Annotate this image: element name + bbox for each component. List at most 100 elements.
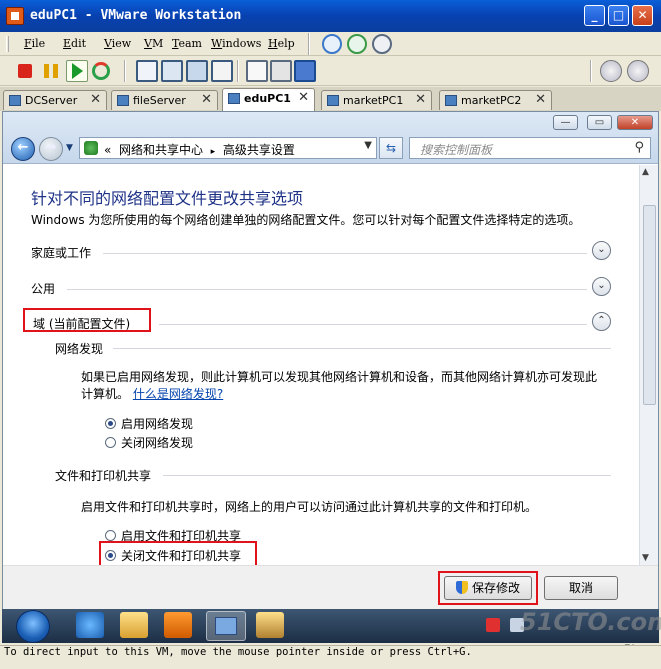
divider	[67, 289, 587, 290]
back-button[interactable]: ←	[11, 137, 35, 161]
what-is-network-discovery-link[interactable]: 什么是网络发现?	[133, 387, 223, 401]
snapshot-manager-icon[interactable]	[372, 34, 392, 54]
menu-team[interactable]: Team	[172, 37, 202, 50]
radio-selected[interactable]	[105, 550, 116, 561]
save-label: 保存修改	[471, 581, 520, 595]
breadcrumb-advanced-sharing[interactable]: 高级共享设置	[223, 143, 295, 157]
guest-close-button[interactable]: ✕	[617, 115, 653, 130]
revert-snapshot-icon[interactable]	[347, 34, 367, 54]
vm-tab-marketpc2[interactable]: marketPC2 ✕	[439, 90, 552, 110]
folder-icon[interactable]	[120, 612, 148, 638]
power-off-icon[interactable]	[18, 64, 32, 78]
close-button[interactable]: ✕	[632, 5, 653, 26]
media-player-icon[interactable]	[164, 612, 192, 638]
breadcrumb-overflow[interactable]: «	[104, 143, 111, 157]
address-bar[interactable]: « 网络和共享中心 ▸ 高级共享设置 ▼	[79, 137, 377, 159]
cancel-button[interactable]: 取消	[544, 576, 618, 600]
devices-icon[interactable]	[627, 60, 649, 82]
radio-unselected[interactable]	[105, 437, 116, 448]
explorer-header: — ▭ ✕ ← → ▼ « 网络和共享中心 ▸ 高级共享设置 ▼ ⇆ 搜索控制面…	[3, 112, 658, 164]
unity-icon[interactable]	[211, 60, 233, 82]
menu-file[interactable]: File	[24, 37, 45, 50]
menu-edit[interactable]: Edit	[63, 37, 86, 50]
breadcrumb-network-center[interactable]: 网络和共享中心	[119, 143, 203, 157]
snapshot-icon[interactable]	[322, 34, 342, 54]
chevron-down-icon[interactable]: ⌄	[592, 241, 611, 260]
radio-enable-network-discovery[interactable]: 启用网络发现	[105, 415, 193, 432]
network-discovery-text: 如果已启用网络发现，则此计算机可以发现其他网络计算机和设备，而其他网络计算机亦可…	[81, 370, 598, 384]
vmware-app-icon[interactable]	[6, 7, 24, 25]
tab-close-icon[interactable]: ✕	[201, 92, 212, 107]
maximize-button[interactable]: □	[608, 5, 629, 26]
address-dropdown-icon[interactable]: ▼	[364, 140, 372, 151]
scroll-thumb[interactable]	[643, 205, 656, 405]
tab-close-icon[interactable]: ✕	[90, 92, 101, 107]
forward-button[interactable]: →	[39, 137, 63, 161]
summary-view-icon[interactable]	[270, 60, 292, 82]
toolbar-separator	[124, 60, 126, 82]
profile-domain[interactable]: 域 (当前配置文件) ⌃	[23, 308, 631, 334]
vm-console[interactable]: — ▭ ✕ ← → ▼ « 网络和共享中心 ▸ 高级共享设置 ▼ ⇆ 搜索控制面…	[2, 111, 659, 609]
network-discovery-heading: 网络发现	[55, 342, 104, 356]
full-screen-icon[interactable]	[186, 60, 208, 82]
vm-tab-edupc1[interactable]: eduPC1 ✕	[222, 88, 315, 111]
reset-icon[interactable]	[92, 62, 110, 80]
tab-close-icon[interactable]: ✕	[535, 92, 546, 107]
vm-tab-label: eduPC1	[244, 92, 291, 105]
profile-home-work[interactable]: 家庭或工作 ⌄	[31, 241, 631, 263]
sidebar-toggle-icon[interactable]	[136, 60, 158, 82]
vm-tab-dcserver[interactable]: DCServer ✕	[3, 90, 107, 110]
minimize-button[interactable]: _	[584, 5, 605, 26]
chevron-down-icon[interactable]: ⌄	[592, 277, 611, 296]
watermark-logo: 51CTO.com	[520, 608, 661, 636]
vm-icon	[327, 95, 339, 106]
appliance-view-icon[interactable]	[294, 60, 316, 82]
forward-arrow-icon: →	[45, 140, 57, 155]
network-icon[interactable]	[600, 60, 622, 82]
profile-public[interactable]: 公用 ⌄	[31, 277, 631, 299]
menu-help[interactable]: Help	[268, 37, 295, 50]
breadcrumb-separator[interactable]: ▸	[211, 147, 216, 157]
quick-switch-icon[interactable]	[161, 60, 183, 82]
user-accounts-icon[interactable]	[256, 612, 284, 638]
profile-domain-label: 域 (当前配置文件)	[33, 317, 131, 331]
radio-label: 启用网络发现	[121, 417, 194, 431]
divider	[163, 475, 611, 476]
save-changes-button[interactable]: 保存修改	[444, 576, 532, 600]
action-center-icon[interactable]	[486, 618, 500, 632]
tab-close-icon[interactable]: ✕	[298, 90, 309, 105]
vertical-scrollbar[interactable]: ▲ ▼	[639, 165, 658, 565]
scroll-up-icon[interactable]: ▲	[642, 167, 649, 177]
scroll-down-icon[interactable]: ▼	[642, 553, 649, 563]
search-icon[interactable]: ⚲	[634, 140, 644, 155]
radio-selected[interactable]	[105, 418, 116, 429]
taskbar-active-window[interactable]	[206, 611, 246, 641]
sharing-settings-content: 针对不同的网络配置文件更改共享选项 Windows 为您所使用的每个网络创建单独…	[3, 165, 639, 565]
search-placeholder: 搜索控制面板	[420, 143, 493, 157]
radio-disable-network-discovery[interactable]: 关闭网络发现	[105, 434, 193, 451]
vm-icon	[9, 95, 21, 106]
refresh-button[interactable]: ⇆	[379, 137, 403, 159]
internet-explorer-icon[interactable]	[76, 612, 104, 638]
power-on-button[interactable]	[66, 60, 88, 82]
network-center-icon	[215, 617, 237, 635]
search-input[interactable]: 搜索控制面板 ⚲	[409, 137, 651, 159]
radio-disable-file-sharing[interactable]: 关闭文件和打印机共享	[105, 547, 241, 564]
toolbar	[0, 56, 661, 86]
radio-unselected[interactable]	[105, 530, 116, 541]
suspend-icon[interactable]	[44, 64, 58, 78]
menu-windows[interactable]: Windows	[211, 37, 261, 50]
vm-tab-marketpc1[interactable]: marketPC1 ✕	[321, 90, 432, 110]
control-panel-icon	[84, 141, 98, 155]
start-button[interactable]	[16, 610, 50, 643]
guest-minimize-button[interactable]: —	[553, 115, 578, 130]
guest-maximize-button[interactable]: ▭	[587, 115, 612, 130]
menu-view[interactable]: View	[104, 37, 131, 50]
history-dropdown-icon[interactable]: ▼	[66, 143, 73, 153]
divider	[103, 253, 587, 254]
console-view-icon[interactable]	[246, 60, 268, 82]
tab-close-icon[interactable]: ✕	[415, 92, 426, 107]
menu-vm[interactable]: VM	[144, 37, 163, 50]
vm-tab-fileserver[interactable]: fileServer ✕	[111, 90, 218, 110]
chevron-up-icon[interactable]: ⌃	[592, 312, 611, 331]
